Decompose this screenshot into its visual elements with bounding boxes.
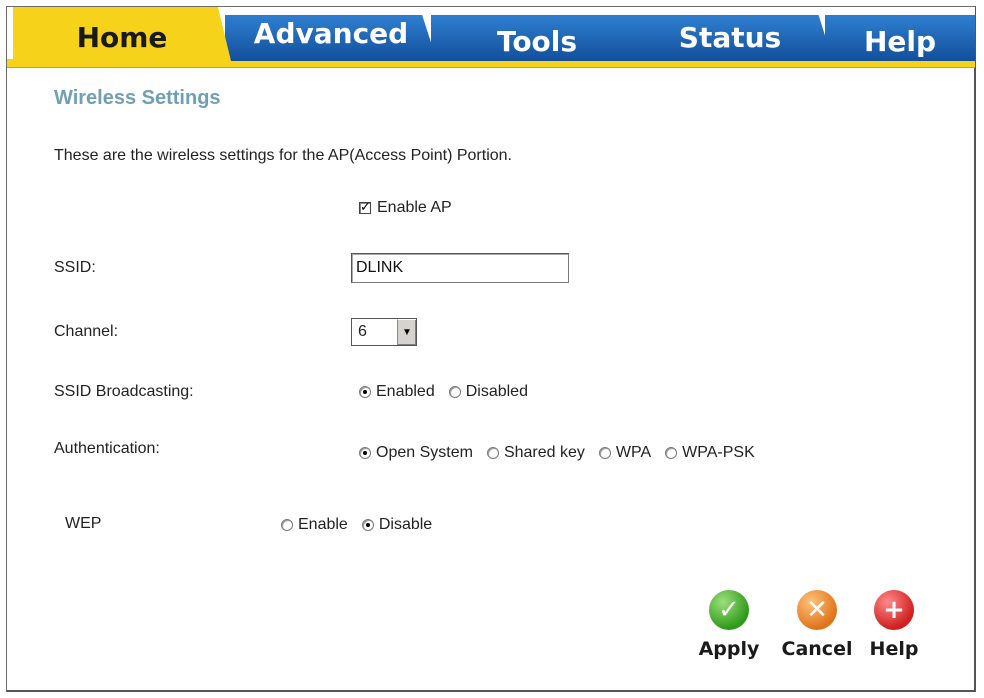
option-label: Disable bbox=[378, 516, 433, 533]
main-tab-bar: Home Advanced Tools Status Help bbox=[7, 7, 975, 68]
channel-label: Channel: bbox=[54, 323, 119, 340]
radio-unselected[interactable] bbox=[448, 386, 461, 398]
help-label: Help bbox=[869, 638, 919, 660]
option-label: Enabled bbox=[376, 383, 435, 400]
radio-selected[interactable] bbox=[359, 386, 371, 398]
auth-option-open-system[interactable]: Open System bbox=[359, 444, 473, 462]
ssid-broadcast-option-disabled[interactable]: Disabled bbox=[448, 383, 528, 401]
authentication-options: Open System Shared key WPA WPA-PSK bbox=[359, 444, 769, 462]
wep-option-enable[interactable]: Enable bbox=[281, 516, 348, 534]
ssid-broadcast-option-enabled[interactable]: Enabled bbox=[359, 383, 435, 401]
enable-ap-checkbox[interactable]: ✓ bbox=[359, 199, 371, 214]
tab-status[interactable]: Status bbox=[627, 15, 833, 61]
enable-ap-row: ✓ Enable AP bbox=[359, 199, 452, 217]
auth-option-shared-key[interactable]: Shared key bbox=[486, 444, 585, 462]
authentication-label: Authentication: bbox=[54, 440, 160, 457]
x-icon: ✕ bbox=[797, 590, 837, 630]
help-button[interactable]: + Help bbox=[867, 590, 921, 660]
cancel-label: Cancel bbox=[781, 638, 853, 660]
page-title: Wireless Settings bbox=[54, 87, 221, 109]
tab-home[interactable]: Home bbox=[13, 7, 231, 61]
chevron-down-icon[interactable]: ▼ bbox=[397, 319, 416, 345]
option-label: Enable bbox=[298, 516, 348, 533]
radio-unselected[interactable] bbox=[598, 447, 611, 459]
cancel-button[interactable]: ✕ Cancel bbox=[777, 590, 857, 660]
ssid-input[interactable] bbox=[351, 253, 569, 283]
check-icon: ✓ bbox=[709, 590, 749, 630]
option-label: Shared key bbox=[503, 444, 585, 461]
wep-options: Enable Disable bbox=[281, 516, 446, 534]
wep-option-disable[interactable]: Disable bbox=[361, 516, 433, 534]
ssid-label: SSID: bbox=[54, 259, 96, 276]
ssid-broadcasting-options: Enabled Disabled bbox=[359, 383, 542, 401]
tab-tools[interactable]: Tools bbox=[431, 15, 643, 61]
radio-selected[interactable] bbox=[359, 447, 371, 459]
apply-label: Apply bbox=[698, 638, 760, 660]
auth-option-wpa-psk[interactable]: WPA-PSK bbox=[665, 444, 755, 462]
tab-advanced[interactable]: Advanced bbox=[225, 15, 437, 61]
router-config-panel: Home Advanced Tools Status Help Wireless… bbox=[6, 6, 976, 692]
plus-icon: + bbox=[874, 590, 914, 630]
channel-value: 6 bbox=[358, 323, 367, 340]
option-label: WPA-PSK bbox=[682, 444, 755, 461]
radio-selected[interactable] bbox=[361, 519, 374, 531]
option-label: Disabled bbox=[465, 383, 528, 400]
option-label: Open System bbox=[376, 444, 473, 461]
page-description: These are the wireless settings for the … bbox=[54, 147, 512, 164]
radio-unselected[interactable] bbox=[665, 447, 678, 459]
checkmark-icon: ✓ bbox=[360, 199, 371, 214]
enable-ap-label: Enable AP bbox=[377, 199, 452, 216]
auth-option-wpa[interactable]: WPA bbox=[598, 444, 652, 462]
ssid-broadcasting-label: SSID Broadcasting: bbox=[54, 383, 194, 400]
channel-select[interactable]: 6 ▼ bbox=[351, 318, 417, 346]
radio-unselected[interactable] bbox=[281, 519, 293, 531]
wep-label: WEP bbox=[65, 515, 102, 532]
apply-button[interactable]: ✓ Apply bbox=[697, 590, 761, 660]
tab-help[interactable]: Help bbox=[825, 15, 975, 61]
option-label: WPA bbox=[615, 444, 652, 461]
radio-unselected[interactable] bbox=[486, 447, 499, 459]
